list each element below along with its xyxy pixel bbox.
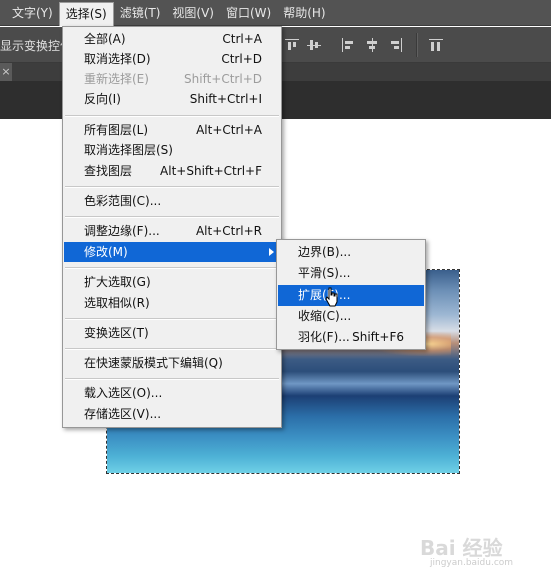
menu-item-shortcut: Alt+Shift+Ctrl+F	[160, 164, 262, 178]
menu-item-grow[interactable]: 扩大选取(G)	[64, 272, 280, 292]
menu-item-label: 变换选区(T)	[84, 326, 149, 340]
menu-item-label: 色彩范围(C)...	[84, 194, 162, 208]
menu-item-load-selection[interactable]: 载入选区(O)...	[64, 383, 280, 403]
menu-text[interactable]: 文字(Y)	[6, 2, 59, 24]
menu-item-transform-selection[interactable]: 变换选区(T)	[64, 323, 280, 343]
submenu-item-contract[interactable]: 收缩(C)...	[278, 306, 424, 327]
submenu-item-smooth[interactable]: 平滑(S)...	[278, 263, 424, 284]
menu-divider	[65, 348, 279, 350]
menu-divider	[65, 378, 279, 380]
menu-divider	[65, 186, 279, 188]
menu-item-label: 查找图层	[84, 164, 133, 178]
menu-item-label: 收缩(C)...	[298, 309, 352, 323]
menu-item-shortcut: Ctrl+A	[222, 32, 262, 46]
menu-item-shortcut: Shift+Ctrl+I	[189, 92, 262, 106]
align-vertical-center-icon[interactable]	[306, 37, 322, 53]
menu-item-similar[interactable]: 选取相似(R)	[64, 293, 280, 313]
select-menu: 全部(A) Ctrl+A 取消选择(D) Ctrl+D 重新选择(E) Shif…	[62, 26, 282, 428]
menu-item-label: 羽化(F)...	[298, 330, 350, 344]
menu-item-select-all[interactable]: 全部(A) Ctrl+A	[64, 29, 280, 49]
menu-view[interactable]: 视图(V)	[166, 2, 220, 24]
menu-item-inverse[interactable]: 反向(I) Shift+Ctrl+I	[64, 89, 280, 109]
menu-item-refine-edge[interactable]: 调整边缘(F)... Alt+Ctrl+R	[64, 221, 280, 241]
menu-item-label: 所有图层(L)	[84, 123, 149, 137]
menu-item-label: 取消选择(D)	[84, 52, 151, 66]
menu-item-label: 全部(A)	[84, 32, 126, 46]
submenu-item-feather[interactable]: 羽化(F)... Shift+F6	[278, 327, 424, 348]
menu-help[interactable]: 帮助(H)	[277, 2, 331, 24]
align-horizontal-center-icon[interactable]	[364, 37, 380, 53]
close-icon[interactable]: ×	[0, 63, 12, 81]
menu-item-label: 边界(B)...	[298, 245, 352, 259]
menu-item-label: 存储选区(V)...	[84, 407, 162, 421]
menu-divider	[65, 267, 279, 269]
baidu-watermark: Bai 经验 jingyan.baidu.com	[420, 532, 545, 572]
menu-item-deselect[interactable]: 取消选择(D) Ctrl+D	[64, 49, 280, 69]
menu-item-label: 扩大选取(G)	[84, 275, 151, 289]
menu-item-modify[interactable]: 修改(M)	[64, 242, 280, 262]
submenu-item-expand[interactable]: 扩展(E)...	[278, 285, 424, 306]
menu-item-label: 调整边缘(F)...	[84, 224, 160, 238]
menu-item-reselect: 重新选择(E) Shift+Ctrl+D	[64, 69, 280, 89]
menu-divider	[65, 115, 279, 117]
menu-divider	[65, 216, 279, 218]
menu-filter[interactable]: 滤镜(T)	[114, 2, 167, 24]
watermark-text: Bai 经验	[420, 536, 503, 560]
menu-item-shortcut: Alt+Ctrl+A	[196, 123, 262, 137]
menu-item-label: 选取相似(R)	[84, 296, 150, 310]
menu-item-shortcut: Shift+Ctrl+D	[184, 72, 262, 86]
menu-window[interactable]: 窗口(W)	[220, 2, 277, 24]
menu-item-label: 取消选择图层(S)	[84, 143, 173, 157]
menu-bar: 文字(Y) 选择(S) 滤镜(T) 视图(V) 窗口(W) 帮助(H)	[0, 0, 551, 26]
menu-item-save-selection[interactable]: 存储选区(V)...	[64, 404, 280, 424]
menu-divider	[65, 318, 279, 320]
menu-item-color-range[interactable]: 色彩范围(C)...	[64, 191, 280, 211]
watermark-url: jingyan.baidu.com	[430, 558, 514, 568]
align-right-icon[interactable]	[388, 37, 404, 53]
modify-submenu: 边界(B)... 平滑(S)... 扩展(E)... 收缩(C)... 羽化(F…	[276, 239, 426, 350]
menu-item-deselect-layers[interactable]: 取消选择图层(S)	[64, 140, 280, 160]
menu-item-find-layers[interactable]: 查找图层 Alt+Shift+Ctrl+F	[64, 161, 280, 181]
menu-item-quick-mask[interactable]: 在快速蒙版模式下编辑(Q)	[64, 353, 280, 373]
menu-item-all-layers[interactable]: 所有图层(L) Alt+Ctrl+A	[64, 120, 280, 140]
menu-item-label: 平滑(S)...	[298, 266, 351, 280]
submenu-arrow-icon	[269, 248, 274, 256]
options-separator	[416, 33, 418, 57]
menu-select[interactable]: 选择(S)	[58, 1, 114, 26]
distribute-icon[interactable]	[428, 37, 444, 53]
hand-cursor-icon	[325, 287, 339, 307]
align-left-icon[interactable]	[340, 37, 356, 53]
menu-item-label: 载入选区(O)...	[84, 386, 163, 400]
menu-item-shortcut: Ctrl+D	[221, 52, 262, 66]
menu-item-label: 在快速蒙版模式下编辑(Q)	[84, 356, 223, 370]
submenu-item-border[interactable]: 边界(B)...	[278, 242, 424, 263]
menu-item-label: 反向(I)	[84, 92, 121, 106]
menu-item-shortcut: Alt+Ctrl+R	[195, 224, 262, 238]
align-top-icon[interactable]	[284, 37, 300, 53]
menu-item-label: 重新选择(E)	[84, 72, 149, 86]
menu-item-shortcut: Shift+F6	[352, 330, 404, 344]
menu-item-label: 修改(M)	[84, 245, 128, 259]
